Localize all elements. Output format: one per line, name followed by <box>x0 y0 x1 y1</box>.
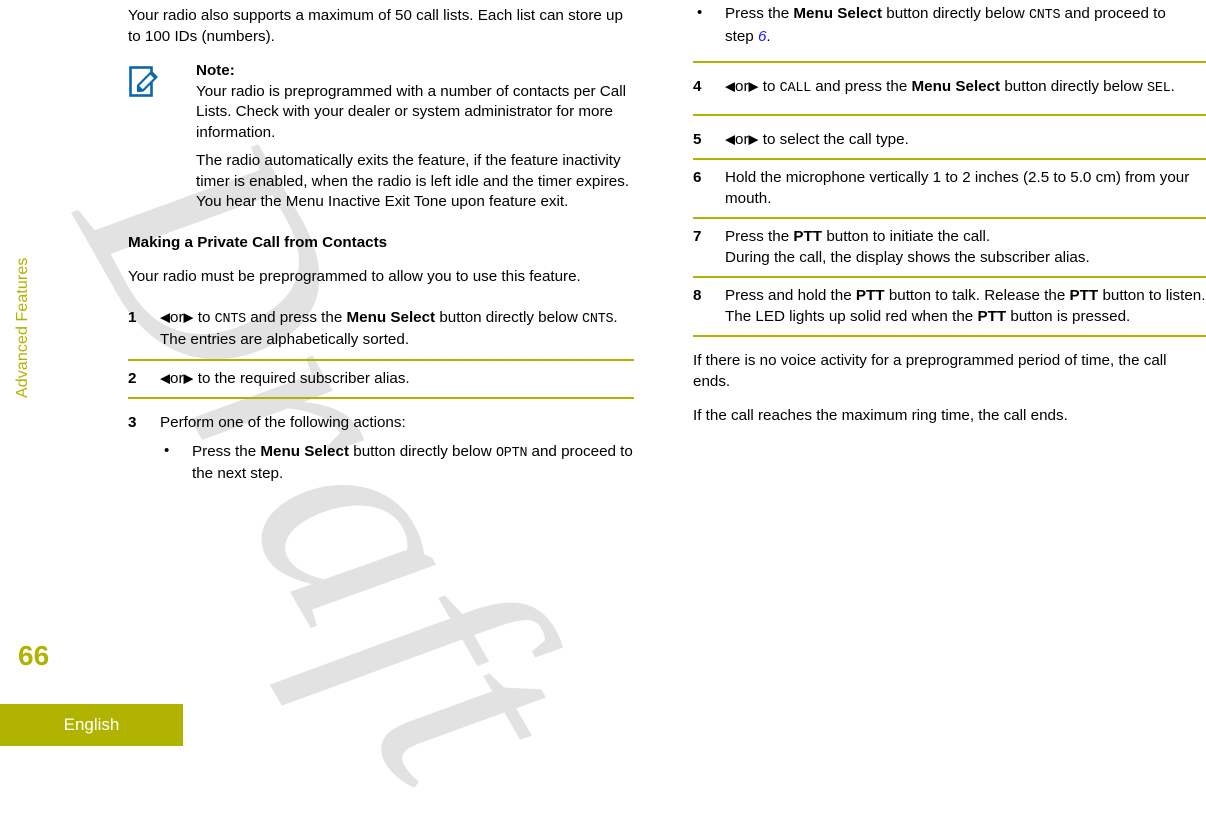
arrow-right-icon: ▶ <box>183 370 194 385</box>
step-3-number: 3 <box>128 414 137 431</box>
note-body: Your radio is preprogrammed with a numbe… <box>196 82 626 141</box>
closing-paragraph-2: If the call reaches the maximum ring tim… <box>693 407 1068 424</box>
step-4-screen-sel: SEL <box>1147 81 1171 96</box>
step-8-ptt-1: PTT <box>855 287 885 304</box>
step-7-text: Press the PTT button to initiate the cal… <box>725 228 990 245</box>
step-4-number: 4 <box>693 78 702 95</box>
step-1-menu-select: Menu Select <box>346 308 436 326</box>
step-6-number: 6 <box>693 169 702 186</box>
intro-paragraph: Your radio also supports a maximum of 50… <box>128 7 623 45</box>
step-8-number: 8 <box>693 287 702 304</box>
step-5-text: ◀or▶ to select the call type. <box>725 131 909 148</box>
step-8-t2: button to talk. Release the <box>888 287 1066 304</box>
step-4-text: ◀or▶ to CALL and press the Menu Select b… <box>725 78 1175 96</box>
step-8-text: Press and hold the PTT button to talk. R… <box>725 287 1205 304</box>
step-8-t1: Press and hold the <box>725 287 852 304</box>
page-number: 66 <box>18 640 50 671</box>
step-4-or: or <box>735 78 749 95</box>
step-1-number: 1 <box>128 308 137 326</box>
step-8-r1: The LED lights up solid red when the <box>725 307 974 325</box>
step-1-t1: to <box>197 308 211 326</box>
arrow-right-icon: ▶ <box>748 131 759 146</box>
step-5-t1: to select the call type. <box>762 130 909 148</box>
arrow-left-icon: ◀ <box>160 309 170 324</box>
step-7-number: 7 <box>693 228 702 245</box>
bullet-icon: • <box>697 4 703 21</box>
closing-paragraph-1: If there is no voice activity for a prep… <box>693 352 1167 390</box>
b1-screen-optn: OPTN <box>495 445 528 461</box>
arrow-left-icon: ◀ <box>725 131 735 146</box>
step-8-t3: button to listen. <box>1102 287 1206 304</box>
step-7: 7 Press the PTT button to initiate the c… <box>693 227 1206 268</box>
footer-language-label: English <box>63 715 120 734</box>
step-3-text: Perform one of the following actions: <box>160 414 406 431</box>
b2-t2: button directly below <box>886 5 1025 22</box>
step-4-t2: and press the <box>815 78 908 95</box>
right-text-column: • Press the Menu Select button directly … <box>693 0 1206 427</box>
step-5-number: 5 <box>693 130 702 148</box>
section-heading: Making a Private Call from Contacts <box>128 233 388 251</box>
step-8-ptt-3: PTT <box>977 307 1007 325</box>
b1-t2: button directly below <box>353 442 492 460</box>
step-8-r2: button is pressed. <box>1010 307 1131 325</box>
note-block: Note: Your radio is preprogrammed with a… <box>128 61 634 213</box>
step-7-result: During the call, the display shows the s… <box>725 248 1090 266</box>
step-1-t4: . <box>613 308 618 326</box>
step-1-screen-cnts: CNTS <box>214 311 247 327</box>
step-1-t2: and press the <box>250 308 343 326</box>
b2-menu-select: Menu Select <box>793 5 883 22</box>
note-body-secondary: The radio automatically exits the featur… <box>196 152 630 210</box>
step-8: 8 Press and hold the PTT button to talk.… <box>693 286 1206 327</box>
b1-menu-select: Menu Select <box>260 442 350 460</box>
step-4-t3: button directly below <box>1004 78 1143 95</box>
step-2: 2 ◀or▶ to the required subscriber alias. <box>128 369 634 390</box>
step-4-t4: . <box>1170 78 1175 95</box>
left-text-column: Your radio also supports a maximum of 50… <box>128 0 634 485</box>
step-3: 3 Perform one of the following actions: … <box>128 413 634 485</box>
step-4-screen-call: CALL <box>779 81 812 96</box>
step-8-ptt-2: PTT <box>1069 287 1099 304</box>
step-1-screen-cnts-2: CNTS <box>582 311 614 327</box>
step-2-t1: to the required subscriber alias. <box>197 369 410 387</box>
step-1-text: ◀or▶ to CNTS and press the Menu Select b… <box>160 308 618 327</box>
step-3-bullet-1: • Press the Menu Select button directly … <box>160 442 634 485</box>
step-4-menu-select: Menu Select <box>911 78 1001 95</box>
step-4-t1: to <box>762 78 776 95</box>
step-3-bullet-2-text: Press the Menu Select button directly be… <box>725 5 1166 45</box>
step-7-t1: Press the <box>725 228 790 245</box>
step-6-text: Hold the microphone vertically 1 to 2 in… <box>725 169 1190 207</box>
step-2-number: 2 <box>128 369 137 387</box>
step-7-ptt: PTT <box>793 228 823 245</box>
step-1: 1 ◀or▶ to CNTS and press the Menu Select… <box>128 308 634 351</box>
step-3-bullet-1-text: Press the Menu Select button directly be… <box>192 443 633 483</box>
step-6: 6 Hold the microphone vertically 1 to 2 … <box>693 168 1206 209</box>
step-1-t3: button directly below <box>439 308 578 326</box>
arrow-left-icon: ◀ <box>160 370 170 385</box>
arrow-right-icon: ▶ <box>183 309 194 324</box>
step-2-or: or <box>170 369 184 387</box>
b1-t1: Press the <box>192 442 257 460</box>
lead-paragraph: Your radio must be preprogrammed to allo… <box>128 268 581 285</box>
step-7-t2: button to initiate the call. <box>826 228 991 245</box>
bullet-icon: • <box>164 441 170 459</box>
step-4: 4 ◀or▶ to CALL and press the Menu Select… <box>693 77 1206 100</box>
step-2-text: ◀or▶ to the required subscriber alias. <box>160 370 410 387</box>
arrow-left-icon: ◀ <box>725 78 735 94</box>
note-pencil-icon <box>128 63 160 103</box>
footer-language-bar: English <box>0 704 183 746</box>
step-3-bullet-2: • Press the Menu Select button directly … <box>693 4 1206 47</box>
step-5-or: or <box>735 130 749 148</box>
b2-screen-cnts: CNTS <box>1028 8 1061 23</box>
chapter-tab-label: Advanced Features <box>14 257 31 398</box>
b2-t4: . <box>766 27 771 45</box>
manual-page: Advanced Features 66 English Your radio … <box>0 0 1206 746</box>
b2-t1: Press the <box>725 5 790 22</box>
step-8-result: The LED lights up solid red when the PTT… <box>725 307 1206 328</box>
step-1-or: or <box>170 308 184 326</box>
page-sidebar: Advanced Features 66 English <box>0 0 183 746</box>
step-1-result: The entries are alphabetically sorted. <box>160 331 410 348</box>
arrow-right-icon: ▶ <box>748 78 759 94</box>
step-5: 5 ◀or▶ to select the call type. <box>693 130 1206 151</box>
note-title: Note: <box>196 62 235 79</box>
